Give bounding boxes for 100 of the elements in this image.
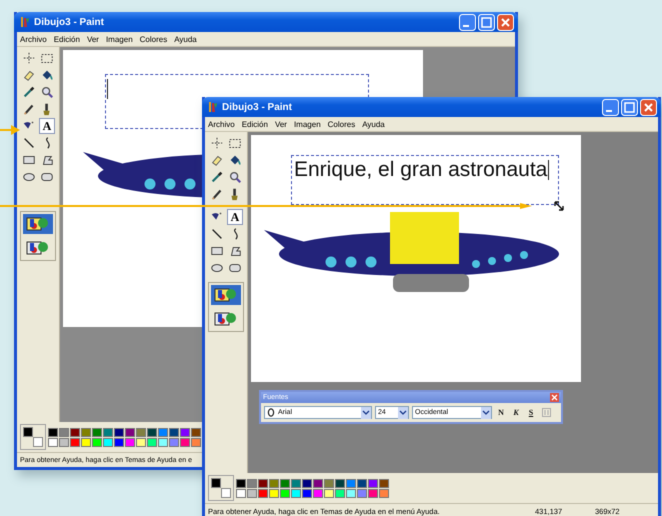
ellipse-icon bbox=[22, 170, 36, 184]
tool-button[interactable]: A bbox=[39, 118, 55, 134]
menu-item[interactable]: Ver bbox=[274, 120, 287, 128]
color-swatch[interactable] bbox=[269, 478, 279, 488]
color-swatch[interactable] bbox=[313, 488, 323, 498]
maximize-icon[interactable] bbox=[621, 98, 638, 116]
color-swatch[interactable] bbox=[302, 478, 312, 488]
color-swatch[interactable] bbox=[59, 438, 69, 446]
color-swatch[interactable] bbox=[368, 488, 378, 498]
tool-button[interactable] bbox=[209, 135, 225, 151]
color-swatch[interactable] bbox=[59, 428, 69, 436]
transparency-option[interactable] bbox=[23, 214, 53, 234]
shapes-icon bbox=[26, 240, 50, 256]
color-swatch[interactable] bbox=[81, 428, 91, 436]
font-type-icon bbox=[267, 408, 275, 417]
color-swatch[interactable] bbox=[158, 428, 168, 436]
color-swatch[interactable] bbox=[280, 478, 290, 488]
bold-button[interactable]: N bbox=[495, 406, 507, 418]
color-swatch[interactable] bbox=[379, 488, 389, 498]
rounded-rectangle-icon bbox=[228, 261, 242, 275]
line-icon bbox=[22, 136, 36, 150]
color-swatch[interactable] bbox=[92, 428, 102, 436]
color-swatch[interactable] bbox=[158, 438, 168, 446]
italic-button[interactable]: K bbox=[510, 406, 522, 418]
color-swatch[interactable] bbox=[258, 478, 268, 488]
close-icon[interactable] bbox=[550, 393, 559, 402]
color-swatch[interactable] bbox=[335, 488, 345, 498]
menu-item[interactable]: Archivo bbox=[208, 120, 235, 128]
color-swatch[interactable] bbox=[302, 488, 312, 498]
minimize-icon[interactable] bbox=[602, 98, 619, 116]
rectangle-icon bbox=[210, 244, 224, 258]
tool-button[interactable] bbox=[21, 84, 37, 100]
color-swatch[interactable] bbox=[236, 478, 246, 488]
paint-app-icon bbox=[18, 16, 30, 28]
menu-item[interactable]: Colores bbox=[140, 34, 168, 44]
transparency-option[interactable] bbox=[211, 285, 241, 305]
color-swatch[interactable] bbox=[169, 428, 179, 436]
menu-item[interactable]: Ayuda bbox=[174, 34, 197, 44]
color-swatch[interactable] bbox=[247, 488, 257, 498]
maximize-icon[interactable] bbox=[478, 14, 495, 30]
menu-item[interactable]: Imagen bbox=[106, 34, 133, 44]
text-box[interactable]: Enrique, el gran astronauta bbox=[291, 155, 559, 205]
color-swatch[interactable] bbox=[125, 438, 135, 446]
tool-button[interactable] bbox=[21, 50, 37, 66]
color-swatch[interactable] bbox=[269, 488, 279, 498]
color-swatch[interactable] bbox=[191, 428, 201, 436]
color-swatch[interactable] bbox=[258, 488, 268, 498]
color-swatch[interactable] bbox=[136, 428, 146, 436]
color-swatch[interactable] bbox=[291, 478, 301, 488]
color-swatch[interactable] bbox=[70, 438, 80, 446]
color-swatch[interactable] bbox=[81, 438, 91, 446]
color-swatch[interactable] bbox=[180, 438, 190, 446]
color-swatch[interactable] bbox=[191, 438, 201, 446]
tool-button[interactable] bbox=[209, 169, 225, 185]
shapes-icon bbox=[214, 311, 238, 327]
color-swatch[interactable] bbox=[70, 428, 80, 436]
color-swatch[interactable] bbox=[114, 438, 124, 446]
tool-button[interactable]: A bbox=[227, 209, 243, 225]
color-swatch[interactable] bbox=[147, 438, 157, 446]
color-swatch[interactable] bbox=[114, 428, 124, 436]
color-swatch[interactable] bbox=[324, 488, 334, 498]
menu-item[interactable]: Ver bbox=[86, 34, 99, 44]
color-swatch[interactable] bbox=[48, 438, 58, 446]
color-swatch[interactable] bbox=[324, 478, 334, 488]
ellipse-icon bbox=[210, 261, 224, 275]
color-swatch[interactable] bbox=[103, 428, 113, 436]
close-icon[interactable] bbox=[497, 14, 514, 30]
color-swatch[interactable] bbox=[335, 478, 345, 488]
color-swatch[interactable] bbox=[169, 438, 179, 446]
color-swatch[interactable] bbox=[48, 428, 58, 436]
color-swatch[interactable] bbox=[247, 478, 257, 488]
color-swatch[interactable] bbox=[357, 478, 367, 488]
color-swatch[interactable] bbox=[379, 478, 389, 488]
color-swatch[interactable] bbox=[346, 488, 356, 498]
color-swatch[interactable] bbox=[147, 428, 157, 436]
pencil-icon bbox=[22, 102, 36, 116]
menu-item[interactable]: Edición bbox=[54, 34, 80, 44]
color-swatch[interactable] bbox=[346, 478, 356, 488]
menu-item[interactable]: Edición bbox=[242, 120, 268, 128]
menu-item[interactable]: Imagen bbox=[294, 120, 321, 128]
color-swatch[interactable] bbox=[357, 488, 367, 498]
menu-item[interactable]: Archivo bbox=[20, 34, 47, 44]
color-swatch[interactable] bbox=[236, 488, 246, 498]
close-icon[interactable] bbox=[640, 98, 657, 116]
menu-item[interactable]: Ayuda bbox=[362, 120, 385, 128]
color-swatch[interactable] bbox=[103, 438, 113, 446]
tool-button[interactable] bbox=[227, 169, 243, 185]
color-swatch[interactable] bbox=[125, 428, 135, 436]
color-swatch[interactable] bbox=[291, 488, 301, 498]
minimize-icon[interactable] bbox=[459, 14, 476, 30]
color-swatch[interactable] bbox=[180, 428, 190, 436]
eraser-icon bbox=[22, 68, 36, 82]
color-swatch[interactable] bbox=[368, 478, 378, 488]
color-swatch[interactable] bbox=[136, 438, 146, 446]
color-swatch[interactable] bbox=[313, 478, 323, 488]
underline-button[interactable]: S bbox=[525, 406, 537, 418]
tool-button[interactable] bbox=[39, 84, 55, 100]
color-swatch[interactable] bbox=[280, 488, 290, 498]
color-swatch[interactable] bbox=[92, 438, 102, 446]
menu-item[interactable]: Colores bbox=[328, 120, 356, 128]
